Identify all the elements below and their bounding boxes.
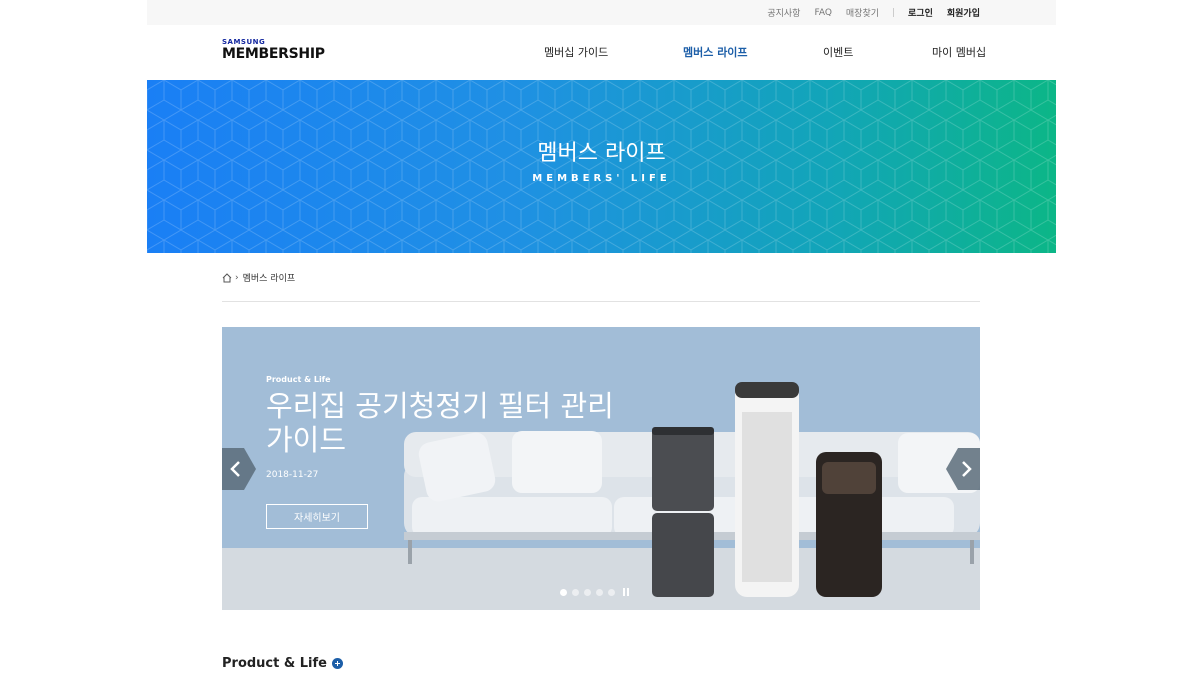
pagination-dot[interactable] [572,588,579,596]
air-purifier-dark [816,452,882,597]
store-finder-link[interactable]: 매장찾기 [846,6,879,19]
pagination-dot[interactable] [560,588,567,596]
section-title: Product & Life [222,656,327,671]
chevron-right-icon: › [235,272,239,283]
join-link[interactable]: 회원가입 [947,6,980,19]
nav-item-members-life[interactable]: 멤버스 라이프 [683,44,748,60]
divider [893,8,895,17]
breadcrumb: › 멤버스 라이프 [222,271,295,284]
login-link[interactable]: 로그인 [908,6,933,19]
banner-subtitle: MEMBERS' LIFE [532,173,671,184]
banner-title: 멤버스 라이프 [537,141,666,166]
section-heading: Product & Life [222,656,343,671]
air-purifier-tall [735,382,799,597]
slide-date: 2018-11-27 [266,470,319,480]
logo-brand: SAMSUNG [222,38,266,46]
notice-link[interactable]: 공지사항 [767,6,800,19]
slide-title[interactable]: 우리집 공기청정기 필터 관리 가이드 [266,389,646,457]
featured-slider: Product & Life 우리집 공기청정기 필터 관리 가이드 2018-… [222,327,980,610]
nav-item-event[interactable]: 이벤트 [823,44,853,60]
pagination-dot[interactable] [608,588,615,596]
prev-slide-button[interactable] [222,448,256,490]
faq-link[interactable]: FAQ [814,8,831,18]
logo[interactable]: SAMSUNG MEMBERSHIP [222,38,325,62]
pagination-dot[interactable] [584,588,591,596]
slide-category: Product & Life [266,375,331,384]
pause-icon[interactable] [623,588,629,596]
pagination-dot[interactable] [596,588,603,596]
nav-item-membership-guide[interactable]: 멤버십 가이드 [544,44,608,60]
header: SAMSUNG MEMBERSHIP 멤버십 가이드 멤버스 라이프 이벤트 마… [147,25,1056,80]
utility-links: 공지사항 FAQ 매장찾기 로그인 회원가입 [753,0,980,25]
divider [222,301,980,302]
utility-bar: 공지사항 FAQ 매장찾기 로그인 회원가입 [147,0,1056,25]
slide-pagination [560,588,629,596]
breadcrumb-current: 멤버스 라이프 [242,274,296,284]
detail-button[interactable]: 자세히보기 [266,504,368,529]
page-banner: 멤버스 라이프 MEMBERS' LIFE [147,80,1056,253]
page: 공지사항 FAQ 매장찾기 로그인 회원가입 SAMSUNG MEMBERSHI… [147,0,1056,681]
plus-icon[interactable] [331,658,343,669]
next-slide-button[interactable] [946,448,980,490]
logo-name: MEMBERSHIP [222,46,325,62]
slide-image [222,327,980,610]
home-icon[interactable] [222,272,232,283]
nav-item-my-membership[interactable]: 마이 멤버십 [932,44,986,60]
